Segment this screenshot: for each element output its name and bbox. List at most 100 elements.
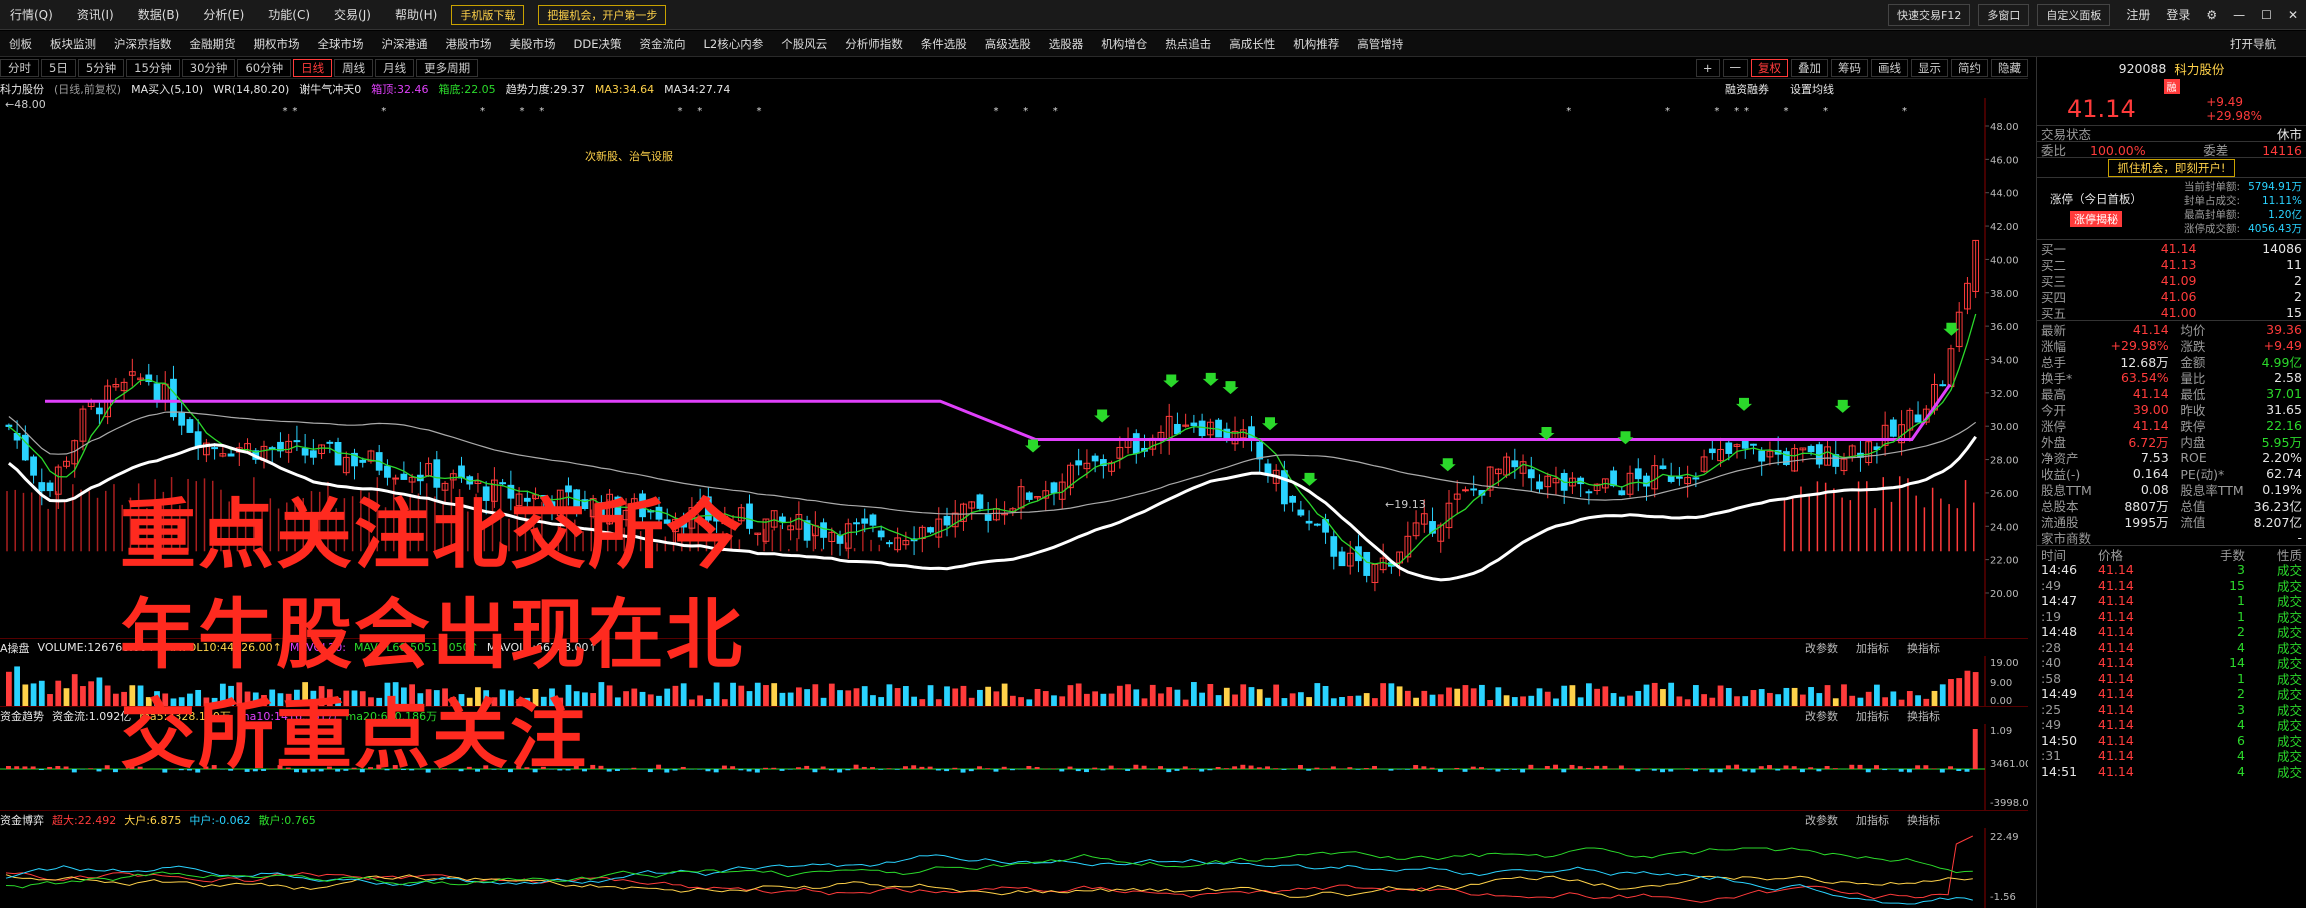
bid-row[interactable]: 买五 41.00 15 — [2037, 304, 2306, 321]
flow-bar — [1158, 766, 1164, 769]
nav-item[interactable]: 条件选股 — [921, 36, 967, 52]
change-indicator-button[interactable]: 换指标 — [1907, 708, 1940, 724]
volume-bar — [466, 697, 473, 706]
menu-analysis[interactable]: 分析(E) — [203, 6, 244, 23]
nav-item[interactable]: 美股市场 — [510, 36, 556, 52]
kline-chart-area[interactable]: * * * * * * * * * * * * * * * * * * * * 48.00 46.00 44.00 42.0… — [0, 98, 2028, 638]
tab-intraday[interactable]: 分时 — [0, 58, 39, 77]
menu-quotes[interactable]: 行情(Q) — [10, 6, 53, 23]
maximize-icon[interactable]: ☐ — [2261, 8, 2272, 22]
menu-news[interactable]: 资讯(I) — [77, 6, 114, 23]
add-indicator-button[interactable]: 加指标 — [1856, 812, 1889, 828]
nav-item[interactable]: 选股器 — [1049, 36, 1084, 52]
ma-settings-link[interactable]: 设置均线 — [1790, 81, 1834, 97]
tab-more-periods[interactable]: 更多周期 — [416, 58, 479, 77]
hide-button[interactable]: 隐藏 — [1991, 58, 2028, 77]
tab-monthly[interactable]: 月线 — [375, 58, 415, 77]
quote-key: 内盘 — [2180, 434, 2206, 450]
nav-item[interactable]: DDE决策 — [574, 36, 622, 52]
volume-bar — [1281, 698, 1288, 706]
adjust-button[interactable]: 复权 — [1751, 58, 1788, 77]
login-link[interactable]: 登录 — [2166, 6, 2190, 23]
open-nav-button[interactable]: 打开导航 — [2230, 36, 2276, 52]
open-account-banner[interactable]: 把握机会，开户第一步 — [538, 4, 667, 25]
tab-15min[interactable]: 15分钟 — [126, 58, 180, 77]
flow-bar — [335, 769, 341, 772]
nav-item[interactable]: 热点追击 — [1165, 36, 1211, 52]
nav-item[interactable]: 高管增持 — [1357, 36, 1403, 52]
display-button[interactable]: 显示 — [1911, 58, 1948, 77]
tab-weekly[interactable]: 周线 — [334, 58, 374, 77]
close-icon[interactable]: ✕ — [2288, 8, 2298, 22]
overlay-button[interactable]: 叠加 — [1791, 58, 1828, 77]
flow-bar — [1347, 767, 1353, 769]
open-account-promo[interactable]: 抓住机会，即刻开户! — [2108, 158, 2235, 177]
nav-item[interactable]: 全球市场 — [318, 36, 364, 52]
kline-chart-svg[interactable]: * * * * * * * * * * * * * * * * * * * * 48.00 46.00 44.00 42.0… — [0, 98, 2028, 638]
nav-item[interactable]: 沪深港通 — [382, 36, 428, 52]
register-link[interactable]: 注册 — [2126, 6, 2150, 23]
volume-bar — [1116, 685, 1123, 706]
nav-item[interactable]: 港股市场 — [446, 36, 492, 52]
flow-bar — [1758, 766, 1764, 769]
volume-bar — [1372, 698, 1378, 706]
zoom-out-button[interactable]: 一 — [1722, 58, 1748, 77]
volume-bar — [1388, 683, 1395, 706]
zoom-in-button[interactable]: + — [1695, 58, 1720, 77]
edit-params-button[interactable]: 改参数 — [1805, 812, 1838, 828]
tab-60min[interactable]: 60分钟 — [237, 58, 292, 77]
edit-params-button[interactable]: 改参数 — [1805, 708, 1838, 724]
mobile-download-button[interactable]: 手机版下载 — [451, 4, 525, 25]
nav-item[interactable]: 板块监测 — [50, 36, 96, 52]
custom-panel-button[interactable]: 自定义面板 — [2037, 3, 2111, 26]
tab-30min[interactable]: 30分钟 — [181, 58, 236, 77]
tab-5day[interactable]: 5日 — [41, 58, 76, 77]
tab-5min[interactable]: 5分钟 — [77, 58, 125, 77]
nav-item[interactable]: L2核心内参 — [703, 36, 763, 52]
minimize-icon[interactable]: — — [2233, 8, 2245, 22]
add-indicator-button[interactable]: 加指标 — [1856, 640, 1889, 656]
nav-item[interactable]: 分析师指数 — [845, 36, 903, 52]
tab-daily[interactable]: 日线 — [293, 58, 333, 77]
nav-item[interactable]: 机构推荐 — [1293, 36, 1339, 52]
volume-bar — [22, 684, 29, 706]
volume-bar — [507, 690, 514, 706]
limit-reveal-button[interactable]: 涨停揭秘 — [2070, 210, 2122, 227]
volume-bar — [1034, 688, 1041, 706]
flow-panel[interactable]: 1.09 3461.00 -3998.00 — [0, 724, 2035, 810]
multi-window-button[interactable]: 多窗口 — [1978, 3, 2030, 26]
nav-item[interactable]: 期权市场 — [254, 36, 300, 52]
tick-time: :25 — [2041, 701, 2062, 717]
menu-help[interactable]: 帮助(H) — [395, 6, 437, 23]
nav-item[interactable]: 个股风云 — [781, 36, 827, 52]
change-indicator-button[interactable]: 换指标 — [1907, 812, 1940, 828]
simple-button[interactable]: 简约 — [1951, 58, 1988, 77]
margin-trading-link[interactable]: 融资融券 — [1725, 81, 1769, 97]
menu-function[interactable]: 功能(C) — [268, 6, 310, 23]
change-indicator-button[interactable]: 换指标 — [1907, 640, 1940, 656]
star-marker-icon: * — [381, 106, 386, 117]
draw-button[interactable]: 画线 — [1871, 58, 1908, 77]
flow-bar — [1717, 769, 1723, 773]
add-indicator-button[interactable]: 加指标 — [1856, 708, 1889, 724]
nav-item[interactable]: 金融期货 — [190, 36, 236, 52]
edit-params-button[interactable]: 改参数 — [1805, 640, 1838, 656]
volume-bar — [1824, 685, 1831, 706]
nav-item[interactable]: 高级选股 — [985, 36, 1031, 52]
menu-trade[interactable]: 交易(J) — [334, 6, 371, 23]
quick-trade-button[interactable]: 快速交易F12 — [1888, 3, 1971, 26]
nav-item[interactable]: 创板 — [9, 36, 32, 52]
volume-bar — [1816, 693, 1823, 706]
menu-data[interactable]: 数据(B) — [138, 6, 180, 23]
nav-item[interactable]: 资金流向 — [639, 36, 685, 52]
volume-panel[interactable]: 19.00 9.00 0.00 — [0, 656, 2028, 707]
nav-item[interactable]: 机构增仓 — [1101, 36, 1147, 52]
game-panel[interactable]: 22.49 -1.56 — [0, 828, 2028, 908]
chips-button[interactable]: 筹码 — [1831, 58, 1868, 77]
flow-bar — [952, 767, 958, 769]
nav-item[interactable]: 高成长性 — [1229, 36, 1275, 52]
flow-bar — [1660, 769, 1665, 773]
nav-item[interactable]: 沪深京指数 — [114, 36, 172, 52]
settings-icon[interactable]: ⚙ — [2206, 8, 2217, 22]
volume-bar — [1577, 697, 1584, 706]
